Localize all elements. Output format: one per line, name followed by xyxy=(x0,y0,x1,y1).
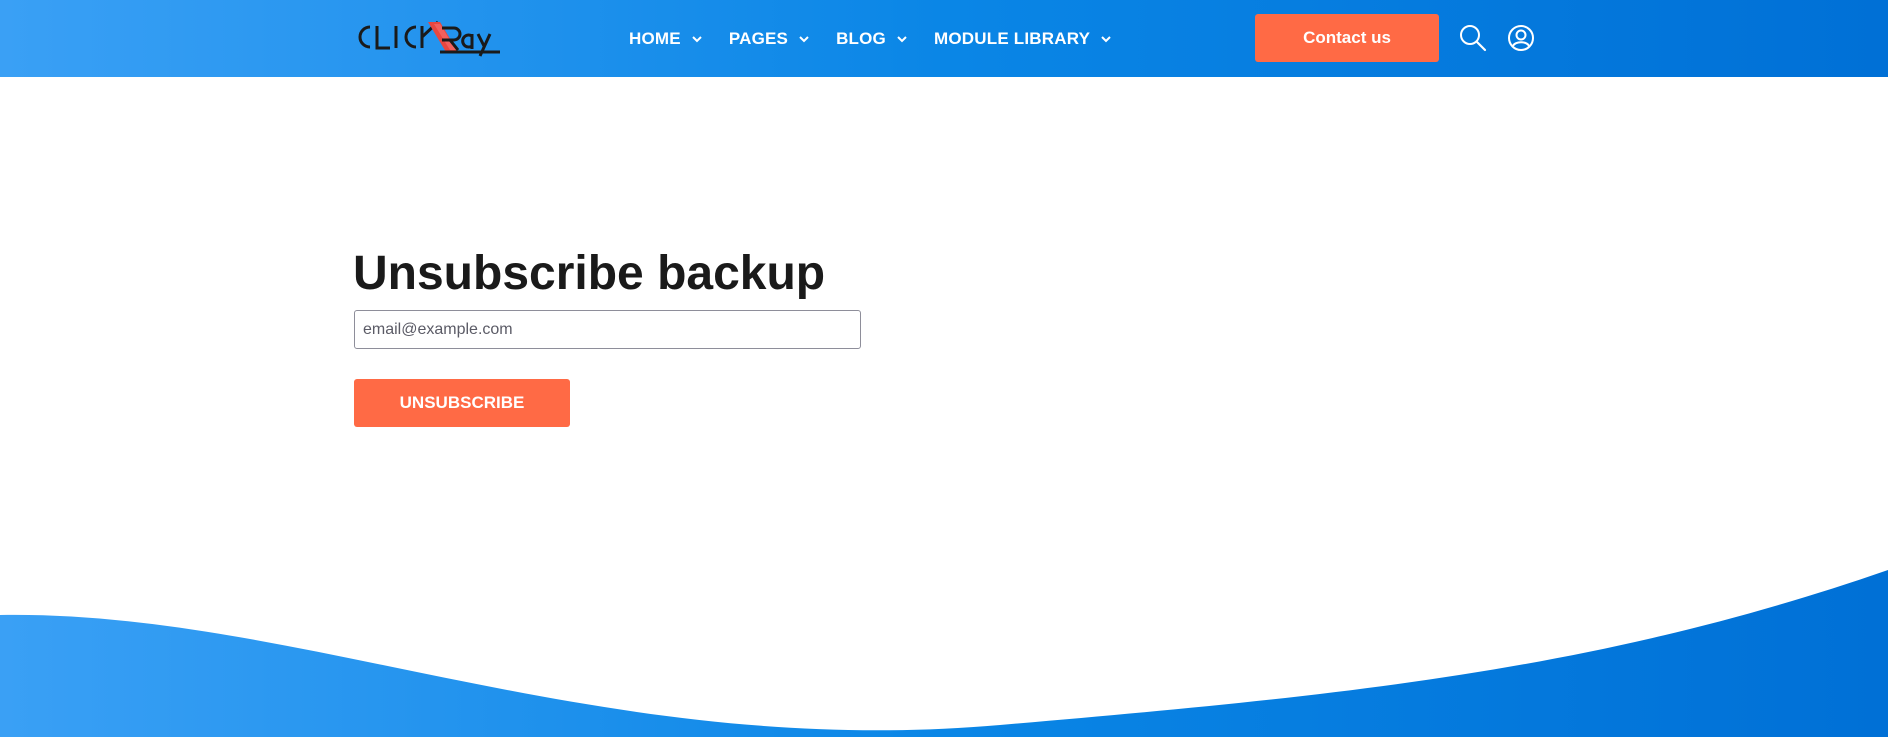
nav-item-module-library[interactable]: MODULE LIBRARY xyxy=(934,29,1112,49)
nav-item-blog[interactable]: BLOG xyxy=(836,29,908,49)
unsubscribe-button[interactable]: UNSUBSCRIBE xyxy=(354,379,570,427)
nav-item-label: HOME xyxy=(629,28,681,48)
chevron-down-icon xyxy=(692,35,702,42)
nav-item-home[interactable]: HOME xyxy=(629,29,703,49)
page: HOME PAGES BLOG MODULE LIBRARY Contact u… xyxy=(0,0,1888,737)
site-header: HOME PAGES BLOG MODULE LIBRARY Contact u… xyxy=(0,0,1888,77)
site-logo[interactable] xyxy=(354,18,504,58)
account-button[interactable] xyxy=(1506,23,1536,53)
chevron-down-icon xyxy=(799,35,809,42)
nav-item-pages[interactable]: PAGES xyxy=(729,29,810,49)
chevron-down-icon xyxy=(1101,35,1111,42)
contact-us-button[interactable]: Contact us xyxy=(1255,14,1439,62)
nav-item-label: MODULE LIBRARY xyxy=(934,28,1091,48)
user-icon xyxy=(1508,25,1534,51)
nav-item-label: PAGES xyxy=(728,28,789,48)
footer-wave xyxy=(0,570,1888,737)
main-nav: HOME PAGES BLOG MODULE LIBRARY xyxy=(629,0,1112,77)
page-title: Unsubscribe backup xyxy=(353,247,826,300)
nav-item-label: BLOG xyxy=(836,28,886,48)
chevron-down-icon xyxy=(897,35,907,42)
email-field[interactable] xyxy=(354,310,861,349)
search-button[interactable] xyxy=(1458,23,1488,53)
search-icon xyxy=(1460,25,1487,52)
